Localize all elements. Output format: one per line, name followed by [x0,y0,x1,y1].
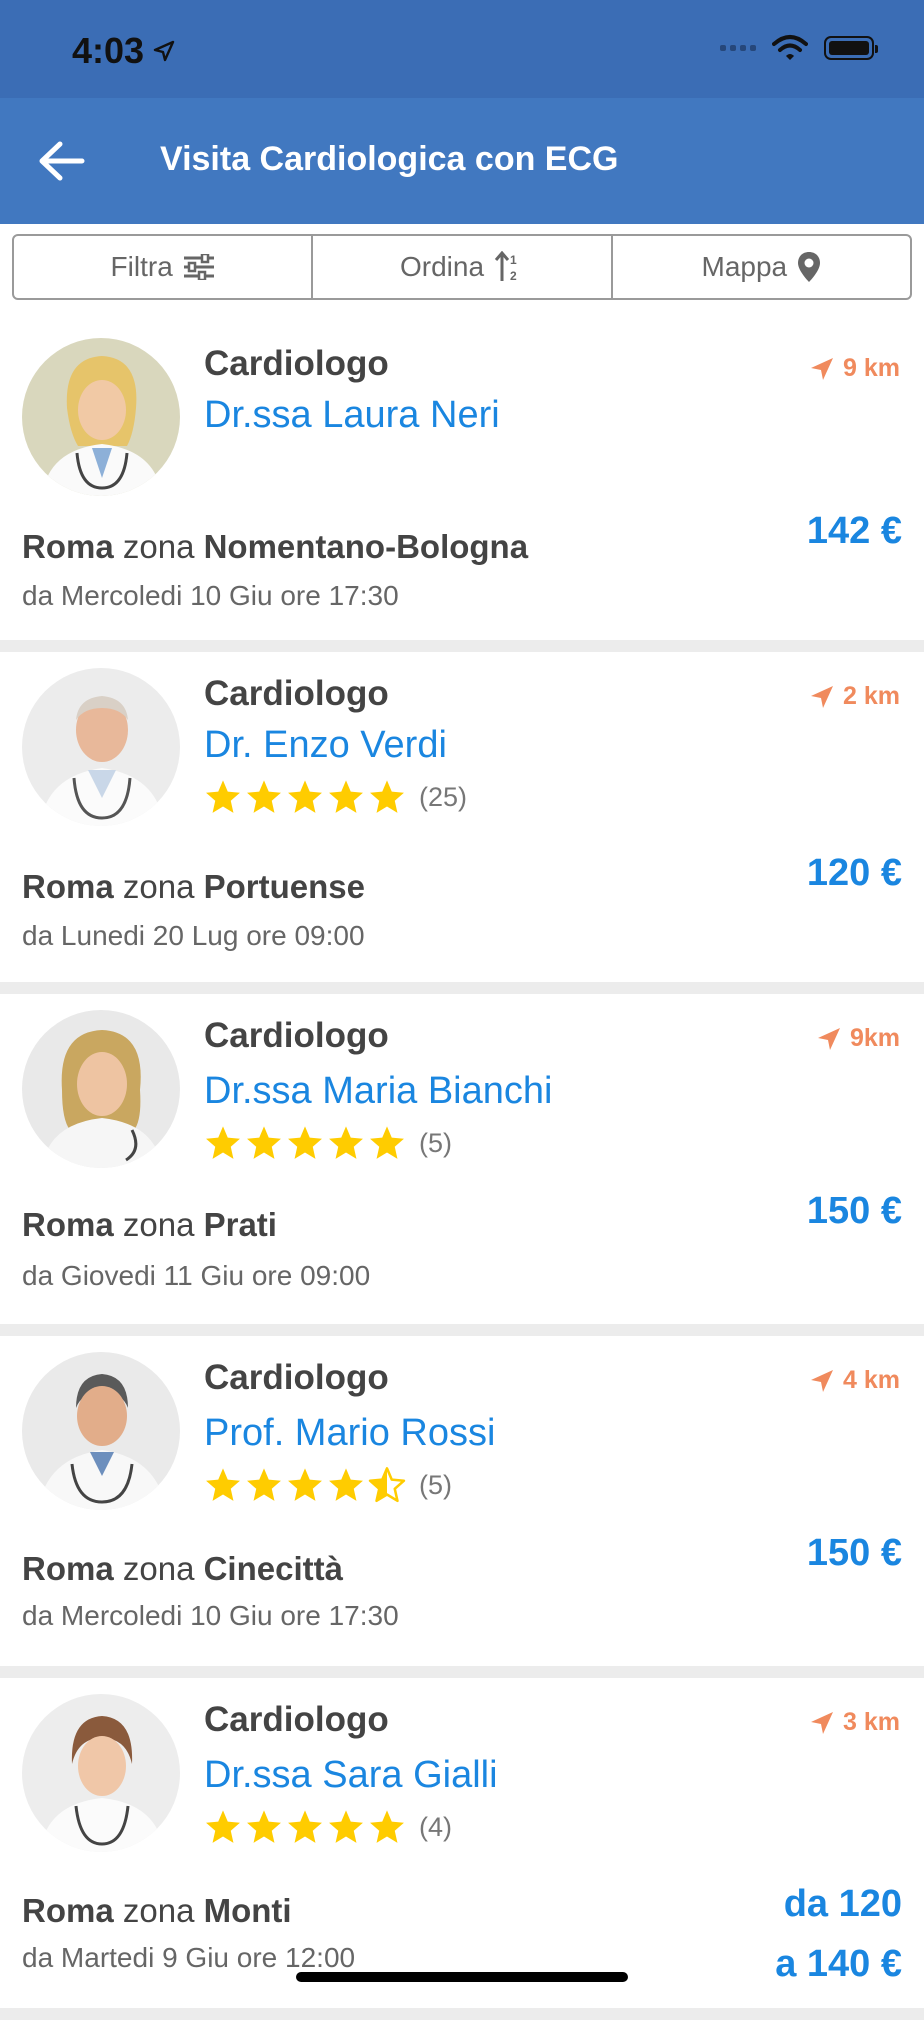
star-icon [206,1468,240,1501]
location-arrow-icon [811,1711,834,1734]
status-indicators [720,34,878,62]
review-count: (4) [419,1811,452,1842]
doctor-avatar [22,1010,180,1168]
nav-bar: Visita Cardiologica con ECG [0,98,924,224]
availability-text: da Mercoledi 10 Giu ore 17:30 [22,1600,399,1631]
star-icon [206,1126,240,1159]
results-list: Cardiologo Dr.ssa Laura Neri 9 km Roma z… [0,316,924,2020]
price-from: da 120 [783,1883,902,1925]
distance-badge: 3 km [809,1708,900,1737]
star-icon [247,1126,281,1159]
doctor-card[interactable]: Cardiologo Dr.ssa Laura Neri 9 km Roma z… [0,316,924,640]
location-arrow-icon [811,685,834,708]
doctor-name-link[interactable]: Dr.ssa Maria Bianchi [204,1070,552,1113]
specialty-label: Cardiologo [204,674,389,713]
sort-ascending-icon: 1 2 [494,251,517,283]
location-arrow-icon [811,1369,834,1392]
page-title: Visita Cardiologica con ECG [160,140,619,178]
specialty-label: Cardiologo [204,1700,389,1739]
review-count: (5) [419,1127,452,1158]
battery-icon [824,36,878,60]
star-icon [370,1126,404,1159]
location-text: Roma zona Portuense [22,868,365,905]
star-icon [247,1810,281,1843]
doctor-card[interactable]: Cardiologo Dr.ssa Maria Bianchi (5) 9km … [0,994,924,1324]
doctor-card[interactable]: Cardiologo Prof. Mario Rossi (5) 4 km Ro… [0,1336,924,1666]
price-label: 120 € [806,852,902,894]
location-text: Roma zona Prati [22,1206,277,1243]
svg-text:2: 2 [510,269,517,283]
doctor-name-link[interactable]: Dr.ssa Laura Neri [204,394,500,437]
price-range-label: da 120 a 140 € [775,1874,902,1994]
back-button[interactable] [38,138,88,184]
star-icon [370,780,404,813]
doctor-name-link[interactable]: Dr. Enzo Verdi [204,724,447,767]
filter-toolbar: Filtra Ordina 1 2 Mappa [0,224,924,316]
distance-badge: 4 km [809,1366,900,1395]
star-icon [206,780,240,813]
distance-badge: 9 km [809,354,900,383]
filter-button[interactable]: Filtra [14,236,314,298]
star-rating: (4) [204,1808,452,1846]
wifi-icon [772,35,808,60]
doctor-card[interactable]: Cardiologo Dr. Enzo Verdi (25) 2 km Roma… [0,652,924,982]
star-icon [247,1468,281,1501]
doctor-name-link[interactable]: Prof. Mario Rossi [204,1412,495,1455]
star-icon [370,1810,404,1843]
star-icon [329,1126,363,1159]
map-button[interactable]: Mappa [613,236,910,298]
location-text: Roma zona Nomentano-Bologna [22,528,529,565]
price-label: 142 € [806,510,902,552]
cellular-signal-icon [720,45,756,51]
doctor-avatar [22,1352,180,1510]
home-indicator[interactable] [296,1972,628,1982]
distance-badge: 9km [816,1024,900,1053]
location-arrow-icon [817,1027,840,1050]
star-icon [288,1468,322,1501]
map-pin-icon [798,252,821,282]
star-icon [329,1468,363,1501]
location-arrow-icon [811,357,834,380]
star-rating: (5) [204,1124,452,1162]
status-time: 4:03 [72,30,176,72]
price-to: a 140 € [775,1943,902,1985]
doctor-avatar [22,668,180,826]
star-icon [247,780,281,813]
review-count: (5) [419,1469,452,1500]
doctor-avatar [22,1694,180,1852]
price-label: 150 € [806,1190,902,1232]
arrow-left-icon [39,141,85,181]
star-half-icon [368,1467,406,1503]
star-icon [329,780,363,813]
specialty-label: Cardiologo [204,344,389,383]
status-bar: 4:03 [0,0,924,98]
svg-text:1: 1 [510,253,517,267]
sort-button[interactable]: Ordina 1 2 [313,236,613,298]
availability-text: da Martedi 9 Giu ore 12:00 [22,1942,356,1973]
doctor-card[interactable]: Cardiologo Dr.ssa Sara Gialli (4) 3 km R… [0,1678,924,2008]
doctor-name-link[interactable]: Dr.ssa Sara Gialli [204,1754,498,1797]
availability-text: da Mercoledi 10 Giu ore 17:30 [22,580,399,611]
availability-text: da Giovedi 11 Giu ore 09:00 [22,1260,371,1291]
price-label: 150 € [806,1532,902,1574]
location-text: Roma zona Monti [22,1892,292,1929]
star-icon [329,1810,363,1843]
sliders-icon [183,254,214,280]
star-icon [288,1810,322,1843]
doctor-avatar [22,338,180,496]
location-text: Roma zona Cinecittà [22,1550,343,1587]
review-count: (25) [419,781,468,812]
distance-badge: 2 km [809,682,900,711]
star-rating: (5) [204,1466,452,1504]
star-rating: (25) [204,778,467,816]
specialty-label: Cardiologo [204,1358,389,1397]
star-icon [206,1810,240,1843]
star-icon [288,1126,322,1159]
star-icon [288,780,322,813]
availability-text: da Lunedi 20 Lug ore 09:00 [22,920,365,951]
location-arrow-icon [153,40,175,62]
segmented-control: Filtra Ordina 1 2 Mappa [12,234,912,300]
specialty-label: Cardiologo [204,1016,389,1055]
